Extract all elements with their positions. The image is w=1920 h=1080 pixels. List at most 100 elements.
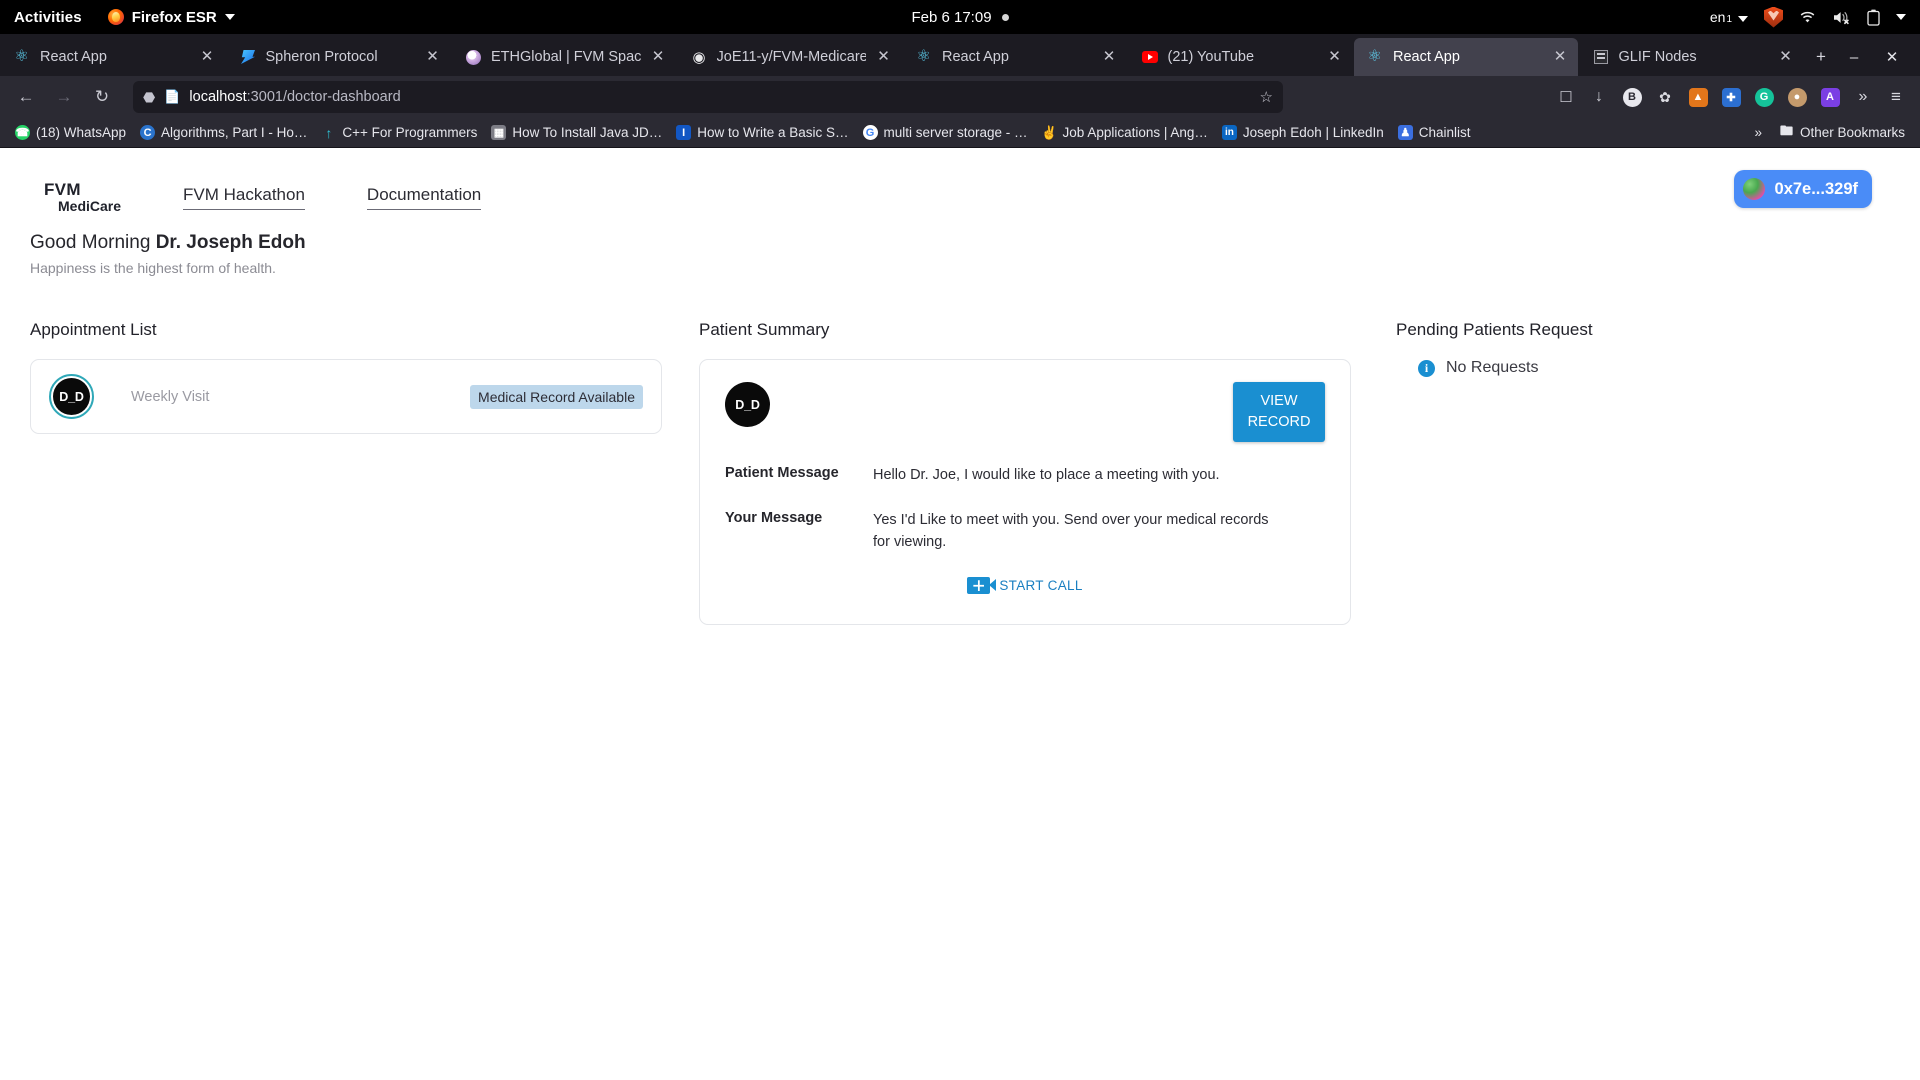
appointment-label: Weekly Visit — [131, 388, 210, 405]
greeting-block: Good Morning Dr. Joseph Edoh Happiness i… — [0, 226, 1920, 276]
bookmark-item[interactable]: ☎ (18) WhatsApp — [8, 122, 133, 143]
app-header: FVM MediCare FVM Hackathon Documentation… — [0, 148, 1920, 226]
view-record-button[interactable]: VIEW RECORD — [1233, 382, 1325, 443]
greeting-title: Good Morning Dr. Joseph Edoh — [30, 232, 1920, 254]
appointment-list-item[interactable]: D_D Weekly Visit Medical Record Availabl… — [30, 359, 662, 434]
os-clock-area[interactable]: Feb 6 17:09 — [0, 0, 1920, 34]
forward-button[interactable]: → — [47, 81, 81, 113]
spheron-icon — [240, 49, 257, 66]
bookmarks-bar: ☎ (18) WhatsApp C Algorithms, Part I - H… — [0, 118, 1920, 148]
bookmark-label: Chainlist — [1418, 125, 1471, 140]
tab-title: React App — [942, 49, 1009, 65]
bookmark-item[interactable]: ▦ How To Install Java JD… — [484, 122, 669, 143]
system-menu-chevron-icon[interactable] — [1896, 14, 1906, 20]
volume-muted-icon[interactable] — [1832, 10, 1851, 25]
app-menu-icon[interactable]: ≡ — [1881, 82, 1911, 112]
page-info-icon[interactable]: 📄 — [164, 89, 180, 105]
wifi-icon[interactable] — [1799, 10, 1816, 24]
tab-close-button[interactable]: ✕ — [199, 49, 216, 66]
coursera-icon: C — [140, 125, 156, 140]
new-tab-button[interactable]: + — [1806, 42, 1836, 72]
avatar-initials: D_D — [53, 378, 90, 415]
bookmark-item[interactable]: I How to Write a Basic S… — [669, 122, 855, 143]
bookmark-item[interactable]: ↑ C++ For Programmers — [314, 122, 484, 143]
greeting-subtitle: Happiness is the highest form of health. — [30, 260, 276, 276]
your-message-row: Your Message Yes I'd Like to meet with y… — [725, 510, 1325, 554]
your-message-text: Yes I'd Like to meet with you. Send over… — [873, 511, 1269, 550]
browser-tab[interactable]: Spheron Protocol ✕ — [227, 38, 451, 76]
app-logo[interactable]: FVM MediCare — [44, 181, 121, 213]
web-page-content: FVM MediCare FVM Hackathon Documentation… — [0, 148, 1920, 1080]
browser-tab[interactable]: ETHGlobal | FVM Space \ ✕ — [452, 38, 676, 76]
browser-tab[interactable]: React App ✕ — [903, 38, 1127, 76]
bookmark-item[interactable]: ♟ Chainlist — [1391, 122, 1478, 143]
browser-tab[interactable]: GLIF Nodes ✕ — [1580, 38, 1804, 76]
status-badge[interactable]: Medical Record Available — [470, 384, 643, 409]
battery-icon[interactable] — [1867, 9, 1880, 26]
authenticator-icon[interactable]: A — [1815, 82, 1845, 112]
address-bar[interactable]: ⬣ 📄 localhost:3001/doctor-dashboard ☆ — [133, 81, 1283, 113]
bookmark-label: Algorithms, Part I - Ho… — [161, 125, 308, 140]
metamask-icon[interactable]: ▲ — [1683, 82, 1713, 112]
nav-link-documentation[interactable]: Documentation — [366, 185, 482, 210]
bookmark-item[interactable]: in Joseph Edoh | LinkedIn — [1215, 122, 1391, 143]
overflow-icon[interactable]: » — [1848, 82, 1878, 112]
start-call-button[interactable]: START CALL — [725, 577, 1325, 595]
tabstrip-controls: + — [1806, 38, 1836, 76]
bitwarden-icon[interactable]: B — [1617, 82, 1647, 112]
brave-browser-icon[interactable] — [1764, 6, 1783, 28]
tab-close-button[interactable]: ✕ — [650, 49, 667, 66]
bookmark-item[interactable]: ✌ Job Applications | Ang… — [1035, 122, 1215, 143]
bookmark-item[interactable]: C Algorithms, Part I - Ho… — [133, 122, 314, 143]
tab-close-button[interactable]: ✕ — [1101, 49, 1118, 66]
gnome-shell-icon[interactable]: ✿ — [1650, 82, 1680, 112]
clock-label: Feb 6 17:09 — [911, 8, 992, 26]
browser-tab-active[interactable]: React App ✕ — [1354, 38, 1578, 76]
start-call-label: START CALL — [999, 578, 1083, 594]
bookmark-star-icon[interactable]: ☆ — [1260, 88, 1273, 106]
tab-close-button[interactable]: ✕ — [1326, 49, 1343, 66]
bookmark-label: Job Applications | Ang… — [1062, 125, 1208, 140]
wallet-address-button[interactable]: 0x7e...329f — [1733, 170, 1872, 208]
bookmark-item[interactable]: G multi server storage - … — [856, 122, 1035, 143]
react-icon — [14, 49, 31, 66]
browser-tab[interactable]: ◉ JoE11-y/FVM-Medicare: ✕ — [678, 38, 902, 76]
instructables-icon: I — [676, 125, 692, 140]
patient-summary-card: D_D VIEW RECORD Patient Message Hello Dr… — [699, 359, 1351, 626]
nav-link-fvm-hackathon[interactable]: FVM Hackathon — [183, 185, 305, 210]
tab-title: Spheron Protocol — [265, 49, 378, 65]
your-message-label: Your Message — [725, 509, 823, 526]
java-tutorial-icon: ▦ — [491, 125, 507, 140]
google-icon: G — [862, 125, 878, 140]
other-bookmarks-label: Other Bookmarks — [1799, 125, 1905, 140]
window-close-button[interactable]: ✕ — [1874, 42, 1910, 72]
reload-button[interactable]: ↻ — [85, 81, 119, 113]
doctor-name: Dr. Joseph Edoh — [155, 232, 306, 253]
tab-close-button[interactable]: ✕ — [1777, 49, 1794, 66]
activities-button[interactable]: Activities — [14, 9, 82, 26]
browser-tab[interactable]: React App ✕ — [1, 38, 225, 76]
profile-icon[interactable]: ● — [1782, 82, 1812, 112]
no-requests-block: i No Requests — [1396, 359, 1876, 377]
language-label: en — [1709, 9, 1726, 25]
tab-close-button[interactable]: ✕ — [424, 49, 441, 66]
bookmarks-overflow-icon[interactable]: » — [1754, 125, 1762, 140]
tab-title: GLIF Nodes — [1618, 49, 1697, 65]
pocket-icon[interactable]: ☐ — [1551, 82, 1581, 112]
grammarly-icon[interactable]: G — [1749, 82, 1779, 112]
tab-close-button[interactable]: ✕ — [1552, 49, 1569, 66]
chainlist-icon: ♟ — [1397, 125, 1413, 140]
window-minimize-button[interactable]: – — [1836, 42, 1872, 72]
folder-icon: 🖿 — [1779, 122, 1793, 138]
browser-tab[interactable]: (21) YouTube ✕ — [1129, 38, 1353, 76]
url-path: :3001/doctor-dashboard — [246, 89, 401, 105]
bookmark-label: Joseph Edoh | LinkedIn — [1242, 125, 1384, 140]
app-menu-firefox[interactable]: Firefox ESR — [107, 9, 235, 26]
downloads-icon[interactable]: ↓ — [1584, 82, 1614, 112]
language-indicator[interactable]: en 1 — [1710, 9, 1748, 25]
back-button[interactable]: ← — [9, 81, 43, 113]
other-bookmarks-folder[interactable]: 🖿 Other Bookmarks — [1772, 122, 1912, 143]
shield-icon[interactable]: ⬣ — [143, 89, 155, 106]
keplr-icon[interactable]: ✚ — [1716, 82, 1746, 112]
tab-close-button[interactable]: ✕ — [875, 49, 892, 66]
